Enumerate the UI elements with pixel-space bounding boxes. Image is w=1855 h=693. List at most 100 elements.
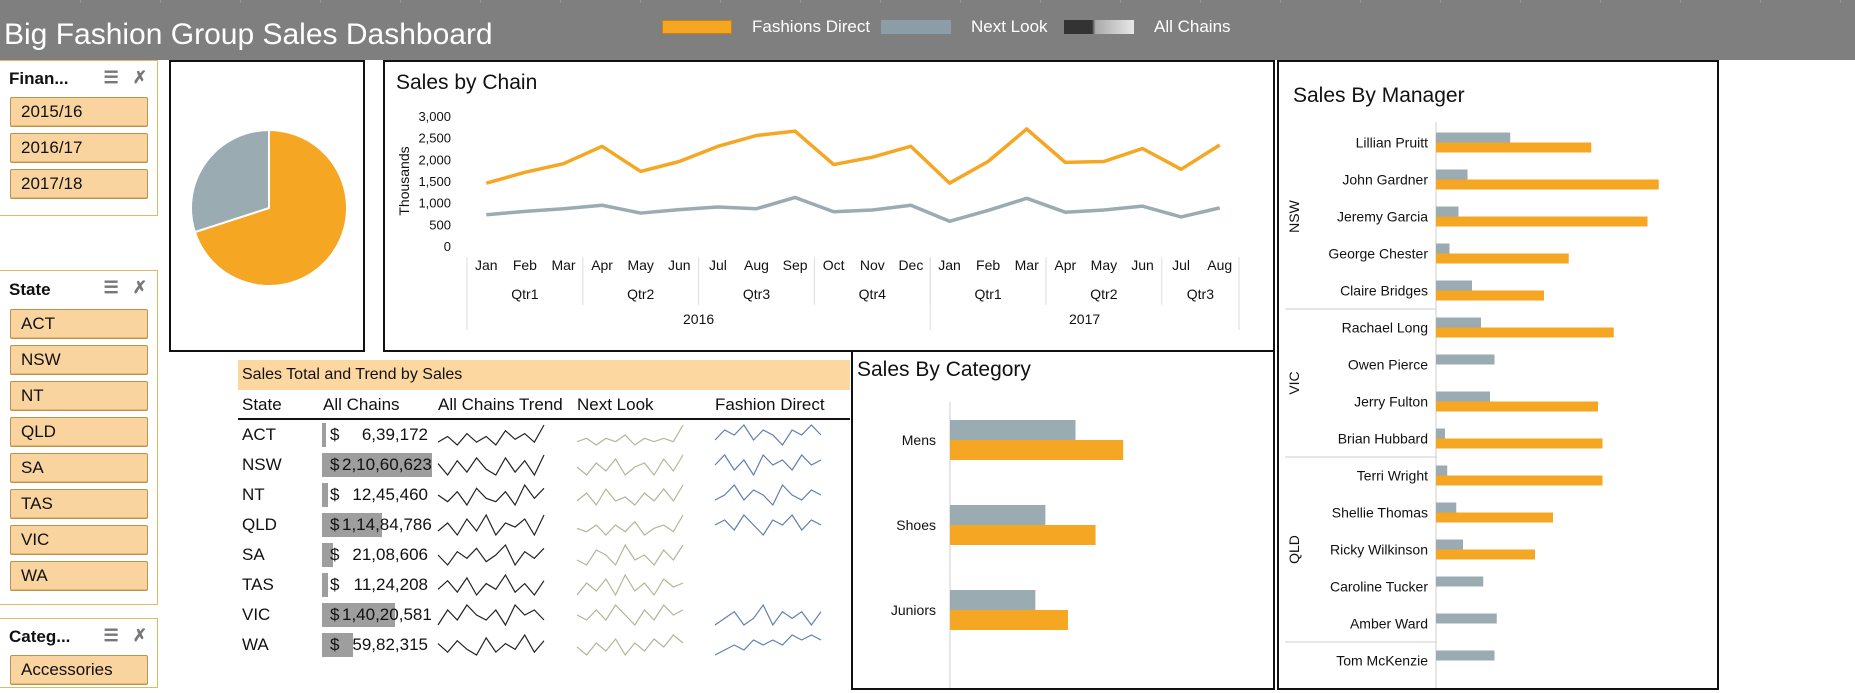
manager-bar[interactable] xyxy=(1436,502,1457,513)
currency-symbol: $ xyxy=(330,635,340,654)
manager-bar[interactable] xyxy=(1436,401,1598,412)
x-tick-label: Aug xyxy=(744,257,769,273)
sales-by-chain-chart: 0 500 1,000 1,500 2,000 2,500 3,000 Thousands Ja… xyxy=(396,109,1240,330)
y-tick-label: 500 xyxy=(429,217,451,232)
manager-bar[interactable] xyxy=(1436,280,1472,291)
x-tick-label: Jan xyxy=(938,257,961,273)
manager-bar[interactable] xyxy=(1436,243,1450,254)
ruler-tick xyxy=(1840,0,1841,3)
category-bar[interactable] xyxy=(950,420,1076,440)
category-bar[interactable] xyxy=(950,505,1046,525)
sparkline xyxy=(437,543,545,567)
table-title: Sales Total and Trend by Sales xyxy=(238,360,850,390)
series-line[interactable] xyxy=(486,195,1221,224)
trend-cell xyxy=(575,602,685,633)
slicer-header: State ☰ ✗ xyxy=(0,271,157,309)
slicer-item[interactable]: SA xyxy=(10,453,148,483)
table-row: NT $12,45,460 xyxy=(238,480,850,510)
category-bar[interactable] xyxy=(950,440,1124,460)
manager-bar[interactable] xyxy=(1436,475,1603,486)
manager-bar[interactable] xyxy=(1436,142,1592,153)
x-tick-label: Apr xyxy=(1054,257,1076,273)
multi-select-icon[interactable]: ☰ xyxy=(104,626,119,646)
state-cell: QLD xyxy=(242,515,277,534)
slicer-item[interactable]: NT xyxy=(10,381,148,411)
slicer-title: Categ... xyxy=(9,627,71,646)
manager-bar[interactable] xyxy=(1436,650,1495,661)
table-row: NSW $2,10,60,623 xyxy=(238,450,850,480)
category-bar[interactable] xyxy=(950,590,1036,610)
category-bar[interactable] xyxy=(950,610,1068,630)
manager-bar[interactable] xyxy=(1436,132,1511,143)
slicer-title: Finan... xyxy=(9,69,69,88)
slicer-item[interactable]: TAS xyxy=(10,489,148,519)
data-bar xyxy=(322,573,328,597)
manager-label: Amber Ward xyxy=(1350,616,1428,632)
y-tick-label: 3,000 xyxy=(418,109,451,124)
slicer-item[interactable]: VIC xyxy=(10,525,148,555)
slicer-item[interactable]: NSW xyxy=(10,345,148,375)
x-tick-label: Jun xyxy=(668,257,691,273)
slicer-item[interactable]: 2017/18 xyxy=(10,169,148,199)
manager-bar[interactable] xyxy=(1436,169,1468,180)
manager-bar[interactable] xyxy=(1436,317,1481,328)
manager-bar[interactable] xyxy=(1436,354,1495,365)
trend-cell xyxy=(713,422,823,453)
legend-next-look: Next Look xyxy=(881,17,1048,36)
manager-bar[interactable] xyxy=(1436,216,1648,227)
manager-bar[interactable] xyxy=(1436,539,1463,550)
manager-bar[interactable] xyxy=(1436,613,1497,624)
manager-bar[interactable] xyxy=(1436,327,1614,338)
manager-label: Owen Pierce xyxy=(1348,357,1428,373)
legend-fashions-direct: Fashions Direct xyxy=(662,17,870,36)
slicer-item[interactable]: Accessories xyxy=(10,655,148,685)
sparkline xyxy=(576,424,684,446)
slicer-state: State ☰ ✗ ACT NSW NT QLD SA TAS VIC WA xyxy=(0,270,158,605)
clear-filter-icon[interactable]: ✗ xyxy=(133,68,147,88)
slicer-item[interactable]: ACT xyxy=(10,309,148,339)
multi-select-icon[interactable]: ☰ xyxy=(104,278,119,298)
multi-select-icon[interactable]: ☰ xyxy=(104,68,119,88)
category-bar[interactable] xyxy=(950,525,1096,545)
manager-bar[interactable] xyxy=(1436,428,1445,439)
slicer-header: Finan... ☰ ✗ xyxy=(0,61,157,97)
slicer-item[interactable]: 2015/16 xyxy=(10,97,148,127)
sparkline xyxy=(576,573,684,597)
category-label: Juniors xyxy=(891,602,936,618)
manager-label: Lillian Pruitt xyxy=(1356,135,1428,151)
trend-cell xyxy=(436,452,546,483)
trend-cell xyxy=(436,422,546,453)
amount-cell: 2,10,60,623 xyxy=(342,455,432,474)
manager-bar[interactable] xyxy=(1436,206,1459,217)
state-cell: NSW xyxy=(242,455,282,474)
manager-label: Rachael Long xyxy=(1342,320,1428,336)
manager-bar[interactable] xyxy=(1436,179,1659,190)
slicer-item[interactable]: WA xyxy=(10,561,148,591)
slicer-item[interactable]: 2016/17 xyxy=(10,133,148,163)
sparkline xyxy=(714,424,822,446)
manager-bar[interactable] xyxy=(1436,576,1484,587)
trend-cell xyxy=(713,572,823,603)
clear-filter-icon[interactable]: ✗ xyxy=(133,626,147,646)
column-header: All Chains Trend xyxy=(438,395,563,414)
series-line[interactable] xyxy=(485,127,1221,185)
manager-bar[interactable] xyxy=(1436,512,1553,523)
ruler-tick xyxy=(400,0,401,3)
manager-bar[interactable] xyxy=(1436,465,1448,476)
category-label: Shoes xyxy=(896,517,936,533)
slicer-item[interactable]: QLD xyxy=(10,417,148,447)
currency-symbol: $ xyxy=(330,545,340,564)
manager-bar[interactable] xyxy=(1436,253,1569,264)
sparkline xyxy=(714,634,822,656)
manager-bar[interactable] xyxy=(1436,438,1603,449)
table-row: WA $59,82,315 xyxy=(238,630,850,660)
quarter-label: Qtr3 xyxy=(1187,286,1214,302)
manager-bar[interactable] xyxy=(1436,290,1544,301)
legend-swatch-gradient xyxy=(1064,20,1134,34)
sparkline xyxy=(714,453,822,477)
manager-bar[interactable] xyxy=(1436,549,1535,560)
clear-filter-icon[interactable]: ✗ xyxy=(133,278,147,298)
manager-bar[interactable] xyxy=(1436,391,1490,402)
ruler-tick xyxy=(1680,0,1681,3)
sparkline xyxy=(437,573,545,597)
